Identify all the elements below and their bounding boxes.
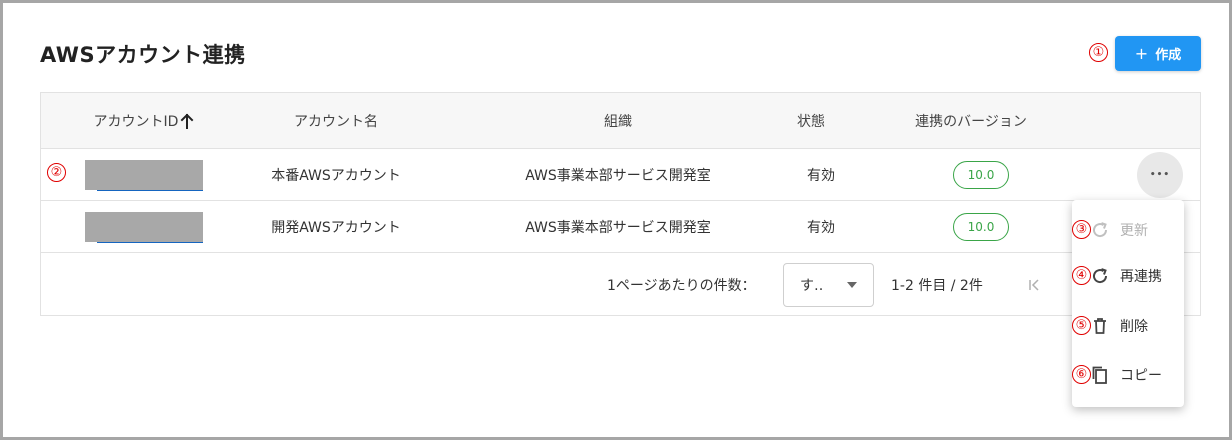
organization-cell: AWS事業本部サービス開発室 bbox=[525, 168, 711, 184]
refresh-icon bbox=[1093, 268, 1108, 284]
table-row: 開発AWSアカウント AWS事業本部サービス開発室 有効 10.0 bbox=[41, 201, 1200, 253]
status-cell: 有効 bbox=[807, 220, 835, 236]
version-badge: 10.0 bbox=[953, 161, 1009, 189]
column-header-account-id[interactable]: アカウントID bbox=[79, 93, 209, 149]
account-id-cell bbox=[85, 149, 203, 201]
sort-ascending-icon bbox=[181, 113, 194, 129]
account-id-link-redacted[interactable] bbox=[85, 160, 203, 191]
plus-icon: + bbox=[1134, 43, 1149, 63]
first-page-icon bbox=[1029, 278, 1039, 291]
version-cell: 10.0 bbox=[941, 201, 1021, 253]
menu-item-copy[interactable]: ⑥ コピー bbox=[1072, 352, 1184, 398]
menu-item-update[interactable]: ③ 更新 bbox=[1072, 207, 1184, 253]
row-action-menu: ③ 更新 ④ 再連携 ⑤ 削除 ⑥ コピー bbox=[1072, 200, 1184, 407]
annotation-marker-6: ⑥ bbox=[1072, 365, 1091, 384]
pagination-range: 1-2 件目 / 2件 bbox=[891, 277, 983, 294]
per-page-value: す‥ bbox=[800, 278, 824, 294]
account-id-link-redacted[interactable] bbox=[85, 212, 203, 243]
create-button[interactable]: + 作成 bbox=[1115, 36, 1201, 71]
window-frame: AWSアカウント連携 ① + 作成 アカウントID アカウント名 組織 状態 連… bbox=[0, 0, 1232, 440]
annotation-marker-3: ③ bbox=[1072, 220, 1091, 239]
table-header: アカウントID アカウント名 組織 状態 連携のバージョン bbox=[41, 93, 1200, 149]
trash-icon bbox=[1094, 318, 1106, 334]
column-header-label: アカウントID bbox=[93, 114, 179, 130]
annotation-marker-2: ② bbox=[47, 163, 66, 182]
status-cell: 有効 bbox=[807, 168, 835, 184]
per-page-label: 1ページあたりの件数： bbox=[607, 277, 756, 294]
menu-item-label: 更新 bbox=[1120, 223, 1148, 239]
column-header-status[interactable]: 状態 bbox=[781, 93, 841, 149]
copy-icon bbox=[1092, 366, 1107, 384]
menu-item-label: 削除 bbox=[1120, 319, 1148, 335]
refresh-icon bbox=[1093, 222, 1108, 238]
menu-item-label: コピー bbox=[1120, 368, 1162, 384]
caret-down-icon bbox=[847, 282, 857, 288]
annotation-marker-4: ④ bbox=[1072, 266, 1091, 285]
menu-item-relink[interactable]: ④ 再連携 bbox=[1072, 253, 1184, 299]
annotation-marker-5: ⑤ bbox=[1072, 316, 1091, 335]
account-id-cell bbox=[85, 201, 203, 253]
version-badge: 10.0 bbox=[953, 213, 1009, 241]
per-page-select[interactable]: す‥ bbox=[783, 263, 874, 307]
account-table: アカウントID アカウント名 組織 状態 連携のバージョン ② 本番AWSアカウ… bbox=[40, 92, 1201, 316]
account-name-cell: 本番AWSアカウント bbox=[271, 168, 401, 184]
table-row: ② 本番AWSアカウント AWS事業本部サービス開発室 有効 10.0 ••• bbox=[41, 149, 1200, 201]
create-button-label: 作成 bbox=[1155, 48, 1182, 63]
column-header-account-name[interactable]: アカウント名 bbox=[266, 93, 406, 149]
account-name-cell: 開発AWSアカウント bbox=[271, 220, 401, 236]
annotation-marker-1: ① bbox=[1089, 43, 1108, 62]
column-header-organization[interactable]: 組織 bbox=[538, 93, 698, 149]
version-cell: 10.0 bbox=[941, 149, 1021, 201]
menu-item-delete[interactable]: ⑤ 削除 bbox=[1072, 303, 1184, 349]
column-header-version[interactable]: 連携のバージョン bbox=[891, 93, 1051, 149]
menu-item-label: 再連携 bbox=[1120, 269, 1162, 285]
organization-cell: AWS事業本部サービス開発室 bbox=[525, 220, 711, 236]
more-horizontal-icon: ••• bbox=[1149, 170, 1171, 180]
pagination-bar: 1ページあたりの件数： す‥ 1-2 件目 / 2件 bbox=[41, 253, 1200, 316]
page-title: AWSアカウント連携 bbox=[40, 43, 246, 67]
row-more-button[interactable]: ••• bbox=[1137, 152, 1183, 198]
first-page-button[interactable] bbox=[1027, 253, 1041, 316]
